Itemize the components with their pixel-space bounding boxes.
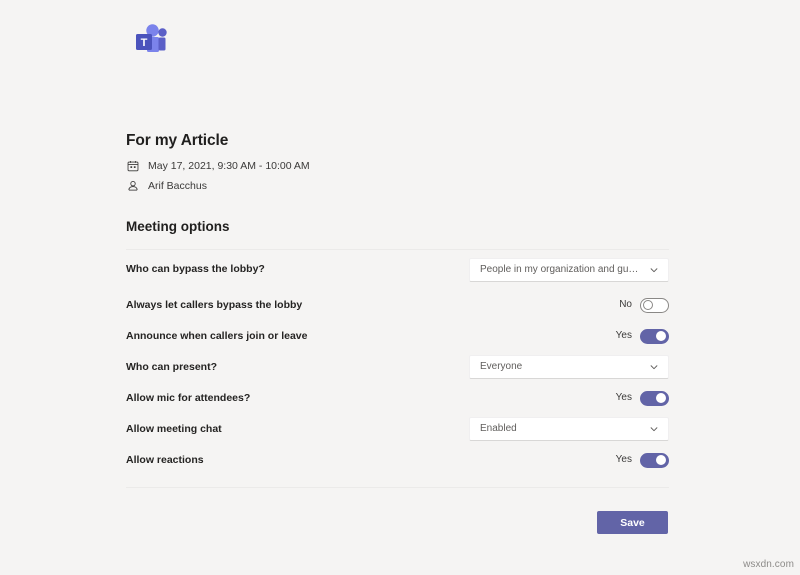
toggle-wrap: Yes — [615, 390, 669, 406]
toggle-state-label: Yes — [615, 330, 632, 342]
option-control: Yes — [469, 452, 669, 468]
dropdown-who-can-present[interactable]: Everyone — [469, 355, 669, 380]
toggle-state-label: No — [619, 299, 632, 311]
meeting-datetime-row: May 17, 2021, 9:30 AM - 10:00 AM — [126, 160, 669, 173]
toggle-wrap: Yes — [615, 328, 669, 344]
meeting-datetime: May 17, 2021, 9:30 AM - 10:00 AM — [148, 159, 310, 172]
chevron-down-icon — [648, 361, 660, 373]
toggle-wrap: No — [619, 297, 669, 313]
toggle-knob — [656, 393, 666, 404]
option-control: Yes — [469, 390, 669, 406]
option-control: Enabled — [469, 417, 669, 442]
option-label: Allow meeting chat — [126, 422, 222, 435]
toggle-knob — [656, 455, 666, 466]
option-row-announce-when-callers-join-or-leave: Announce when callers join or leave Yes — [126, 321, 669, 352]
option-row-who-can-present: Who can present? Everyone — [126, 352, 669, 383]
option-label: Allow mic for attendees? — [126, 391, 251, 404]
option-control: Yes — [469, 328, 669, 344]
option-row-allow-mic-for-attendees: Allow mic for attendees? Yes — [126, 383, 669, 414]
toggle-state-label: Yes — [615, 454, 632, 466]
toggle-always-let-callers-bypass-lobby[interactable] — [640, 297, 669, 313]
microsoft-teams-logo: T — [130, 20, 174, 62]
meeting-options-heading: Meeting options — [126, 218, 230, 234]
save-button[interactable]: Save — [597, 511, 668, 534]
meeting-organizer: Arif Bacchus — [148, 179, 207, 192]
chevron-down-icon — [648, 423, 660, 435]
option-label: Announce when callers join or leave — [126, 329, 308, 342]
toggle-wrap: Yes — [615, 452, 669, 468]
option-row-who-can-bypass-lobby: Who can bypass the lobby? People in my o… — [126, 250, 669, 290]
meeting-title: For my Article — [126, 132, 229, 149]
option-label: Who can present? — [126, 360, 218, 373]
site-watermark: wsxdn.com — [743, 559, 794, 570]
dropdown-value: Everyone — [480, 361, 523, 373]
meeting-options-page: T For my Article May 17, 2021, 9:30 AM -… — [0, 0, 800, 575]
option-label: Who can bypass the lobby? — [126, 263, 265, 276]
calendar-icon — [126, 160, 139, 173]
option-label: Always let callers bypass the lobby — [126, 298, 303, 311]
option-row-allow-reactions: Allow reactions Yes — [126, 445, 669, 476]
option-row-allow-meeting-chat: Allow meeting chat Enabled — [126, 414, 669, 445]
toggle-state-label: Yes — [615, 392, 632, 404]
dropdown-value: People in my organization and gu… — [480, 263, 639, 275]
footer-divider — [126, 487, 669, 488]
option-row-always-let-callers-bypass-lobby: Always let callers bypass the lobby No — [126, 290, 669, 321]
option-control: Everyone — [469, 355, 669, 380]
toggle-knob — [656, 331, 666, 342]
dropdown-allow-meeting-chat[interactable]: Enabled — [469, 417, 669, 442]
option-control: No — [469, 297, 669, 313]
svg-text:T: T — [141, 37, 148, 49]
toggle-knob — [643, 300, 653, 311]
meeting-details-panel: For my Article May 17, 2021, 9:30 AM - 1… — [126, 132, 669, 476]
chevron-down-icon — [648, 264, 660, 276]
toggle-announce-when-callers-join-or-leave[interactable] — [640, 328, 669, 344]
toggle-allow-reactions[interactable] — [640, 452, 669, 468]
dropdown-who-can-bypass-lobby[interactable]: People in my organization and gu… — [469, 257, 669, 282]
person-icon — [126, 180, 139, 193]
option-control: People in my organization and gu… — [469, 257, 669, 282]
option-label: Allow reactions — [126, 453, 204, 466]
toggle-allow-mic-for-attendees[interactable] — [640, 390, 669, 406]
meeting-organizer-row: Arif Bacchus — [126, 180, 669, 193]
dropdown-value: Enabled — [480, 423, 517, 435]
meeting-options-list: Who can bypass the lobby? People in my o… — [126, 250, 669, 476]
